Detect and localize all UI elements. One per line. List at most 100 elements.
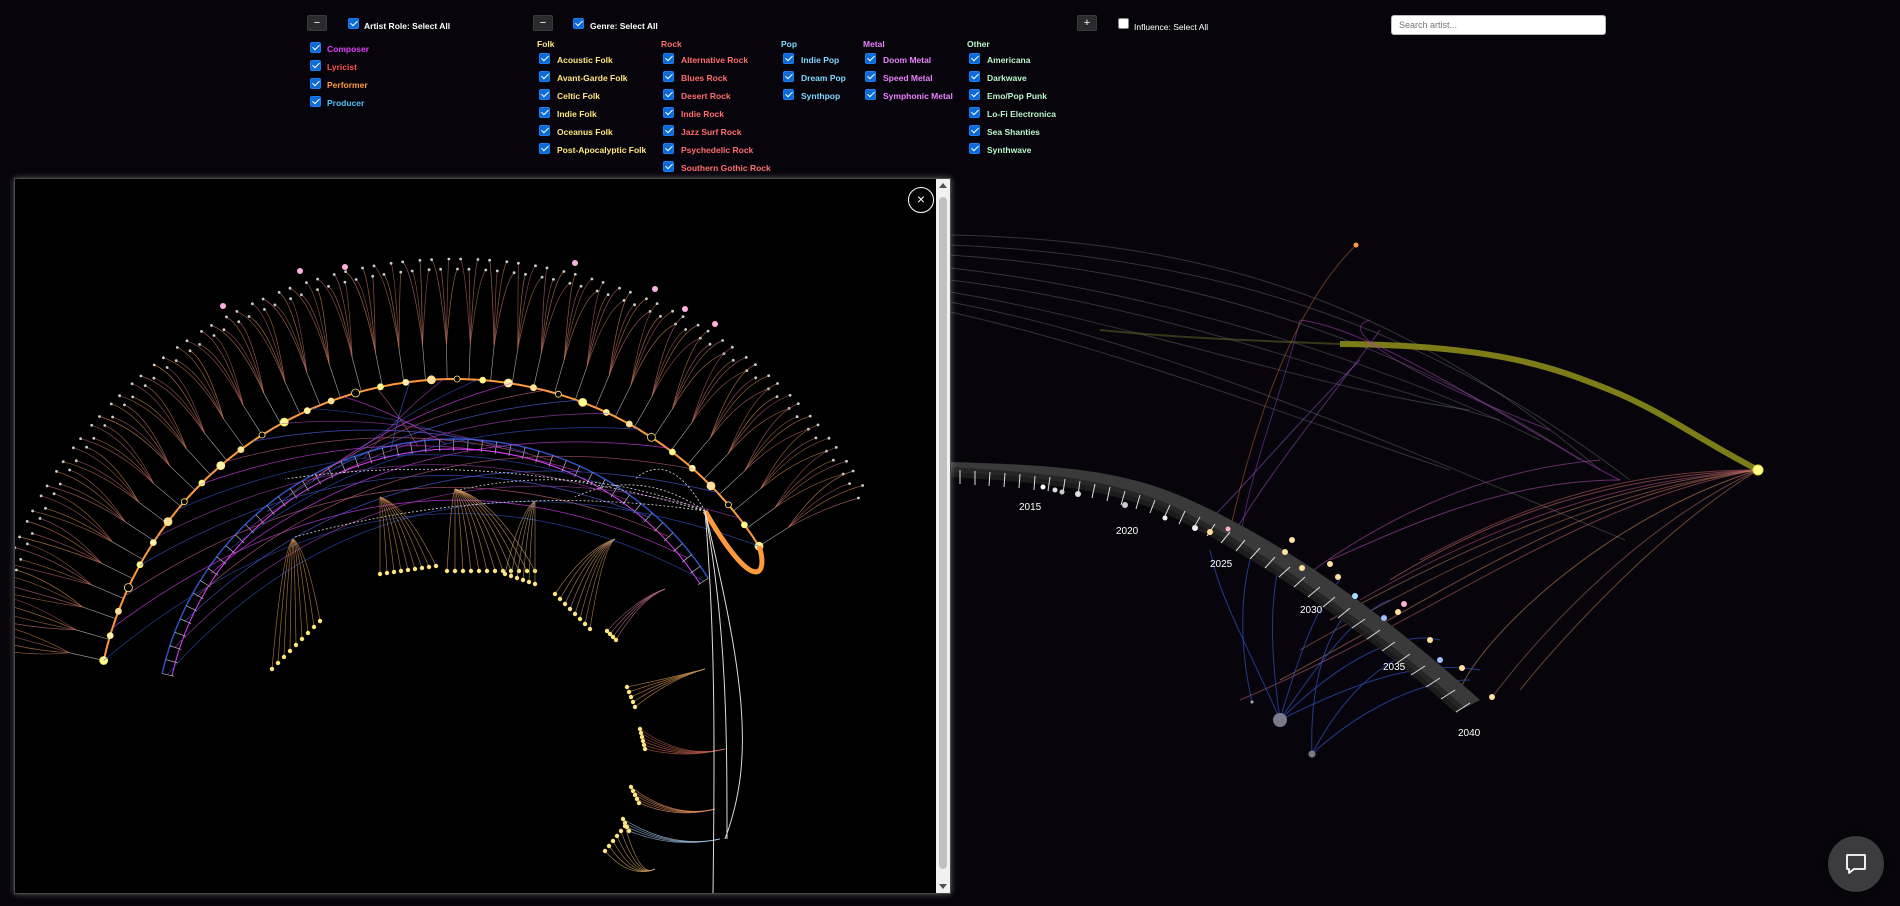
leaf-link xyxy=(511,348,519,384)
leaf-node xyxy=(131,395,135,399)
cluster-node xyxy=(526,579,532,585)
leaf-link xyxy=(243,405,263,436)
influence-link xyxy=(517,276,543,350)
producer-arc xyxy=(161,438,709,674)
cluster-node xyxy=(562,601,568,607)
cluster-link xyxy=(292,538,297,646)
modal-scrollbar[interactable] xyxy=(936,179,950,893)
leaf-link xyxy=(446,344,448,380)
leaf-link xyxy=(351,357,362,392)
cluster-link xyxy=(446,488,456,572)
leaf-link xyxy=(138,501,168,524)
cluster-link xyxy=(574,538,616,615)
leaf-node xyxy=(476,258,480,261)
influence-link xyxy=(15,636,70,654)
influence-link xyxy=(788,470,854,528)
influence-link xyxy=(15,547,92,586)
leaf-node xyxy=(372,264,376,268)
leaf-node xyxy=(247,315,251,318)
leaf-node xyxy=(484,268,488,272)
artist-node xyxy=(625,420,633,428)
leaf-node xyxy=(851,469,855,473)
chat-button[interactable] xyxy=(1828,836,1884,892)
leaf-node xyxy=(517,261,520,265)
cluster-link xyxy=(634,668,706,708)
leaf-node xyxy=(456,267,459,271)
leaf-node xyxy=(606,293,610,296)
artist-node xyxy=(530,384,537,392)
influence-link xyxy=(264,309,286,383)
cluster-node xyxy=(460,568,466,574)
cluster-link xyxy=(379,496,388,574)
year-tick xyxy=(697,577,709,585)
influence-link xyxy=(398,272,402,349)
artist-node xyxy=(163,517,173,527)
leaf-node xyxy=(427,268,431,272)
cluster-node xyxy=(620,816,626,822)
year-tick xyxy=(690,565,701,574)
cluster-node xyxy=(618,828,624,834)
cluster-link xyxy=(579,538,616,620)
artist-node xyxy=(237,446,245,454)
scroll-down-arrow[interactable] xyxy=(939,884,947,889)
leaf-node xyxy=(418,258,422,262)
cluster-node xyxy=(299,636,305,642)
leaf-node xyxy=(796,402,800,405)
leaf-node xyxy=(188,349,192,353)
scroll-up-arrow[interactable] xyxy=(939,183,947,188)
leaf-link xyxy=(468,344,471,380)
cluster-node xyxy=(412,566,418,572)
artist-node xyxy=(603,408,610,416)
leaf-node xyxy=(834,446,838,449)
highlighted-node xyxy=(682,306,688,312)
cluster-link xyxy=(632,668,706,703)
artist-node xyxy=(279,417,289,427)
scroll-thumb[interactable] xyxy=(939,197,947,869)
influence-link xyxy=(691,357,747,423)
close-icon: × xyxy=(916,191,926,207)
cluster-link xyxy=(612,840,656,872)
leaf-node xyxy=(512,271,516,275)
modal-close-button[interactable]: × xyxy=(908,187,934,213)
leaf-node xyxy=(671,309,674,313)
leaf-node xyxy=(754,363,757,366)
leaf-node xyxy=(706,329,710,333)
leaf-node xyxy=(222,328,226,332)
leaf-node xyxy=(85,445,88,449)
cluster-link xyxy=(608,845,656,872)
leaf-link xyxy=(75,629,110,640)
year-tick xyxy=(622,494,630,505)
cluster-node xyxy=(281,654,287,660)
cluster-node xyxy=(532,581,538,587)
leaf-node xyxy=(371,274,375,278)
leaf-node xyxy=(595,289,599,293)
cluster-node xyxy=(628,784,634,790)
leaf-node xyxy=(327,284,330,288)
leaf-node xyxy=(767,374,771,378)
leaf-node xyxy=(439,267,442,271)
leaf-node xyxy=(305,281,308,284)
leaf-node xyxy=(505,260,509,264)
cluster-node xyxy=(567,606,573,612)
influence-link xyxy=(236,311,286,383)
leaf-node xyxy=(165,366,169,369)
timeline-year-label: 2015 xyxy=(1019,502,1042,513)
artist-node xyxy=(216,461,226,471)
year-tick xyxy=(663,532,674,542)
highlighted-node xyxy=(652,286,658,292)
leaf-node xyxy=(696,323,700,327)
influence-link xyxy=(630,323,676,386)
leaf-link xyxy=(554,359,565,394)
leaf-node xyxy=(579,284,583,288)
leaf-node xyxy=(681,315,685,318)
leaf-node xyxy=(776,382,779,385)
leaf-link xyxy=(186,448,211,475)
cluster-node xyxy=(419,565,425,571)
cluster-node xyxy=(632,704,638,710)
leaf-node xyxy=(845,459,848,463)
leaf-link xyxy=(422,345,426,381)
leaf-link xyxy=(124,521,155,542)
influence-link xyxy=(119,395,187,450)
connection-link xyxy=(139,475,651,566)
leaf-node xyxy=(139,374,143,378)
